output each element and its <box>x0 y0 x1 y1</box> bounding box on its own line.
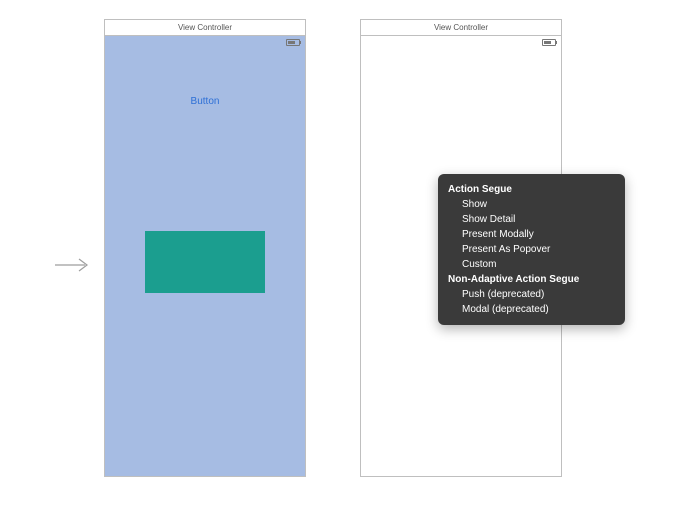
segue-option-custom[interactable]: Custom <box>448 257 615 272</box>
battery-icon <box>542 39 556 46</box>
battery-icon <box>286 39 300 46</box>
segue-option-present-modally[interactable]: Present Modally <box>448 227 615 242</box>
segue-option-show-detail[interactable]: Show Detail <box>448 212 615 227</box>
teal-view[interactable] <box>145 231 265 293</box>
vc-title-label: View Controller <box>434 23 488 32</box>
segue-option-present-as-popover[interactable]: Present As Popover <box>448 242 615 257</box>
vc-title-bar: View Controller <box>361 20 561 36</box>
segue-option-modal-deprecated[interactable]: Modal (deprecated) <box>448 302 615 317</box>
segue-option-show[interactable]: Show <box>448 197 615 212</box>
vc-title-label: View Controller <box>178 23 232 32</box>
segue-section-nonadaptive: Non-Adaptive Action Segue <box>448 274 615 285</box>
segue-popover: Action Segue Show Show Detail Present Mo… <box>438 174 625 325</box>
vc-body-left[interactable]: Button <box>105 36 305 476</box>
vc-title-bar: View Controller <box>105 20 305 36</box>
segue-section-action: Action Segue <box>448 184 615 195</box>
view-controller-left[interactable]: View Controller Button <box>104 19 306 477</box>
button-control[interactable]: Button <box>105 96 305 107</box>
storyboard-canvas: View Controller Button View Controller A… <box>0 0 691 513</box>
initial-vc-arrow-icon <box>55 255 95 275</box>
segue-option-push-deprecated[interactable]: Push (deprecated) <box>448 287 615 302</box>
